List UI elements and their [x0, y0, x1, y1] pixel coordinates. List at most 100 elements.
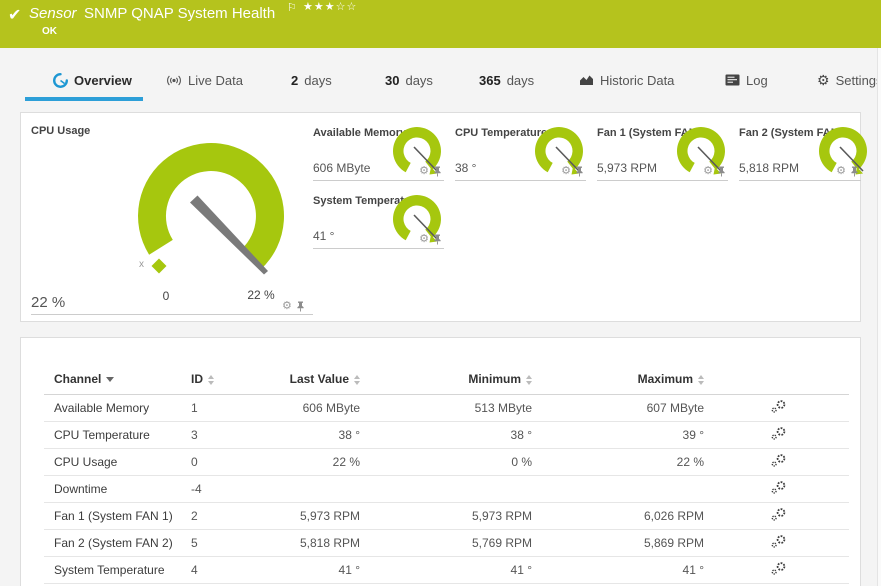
channel-name: Fan 1 (System FAN 1) — [44, 502, 191, 530]
scrollbar-track[interactable] — [877, 48, 881, 586]
channel-edit-icon[interactable] — [708, 475, 849, 503]
channel-name: CPU Usage — [44, 448, 191, 476]
channel-id: -4 — [191, 475, 274, 503]
channel-id: 0 — [191, 448, 274, 476]
channel-edit-icon[interactable] — [708, 502, 849, 530]
column-header-minimum[interactable]: Minimum — [364, 364, 536, 395]
flag-icon[interactable]: ⚐ — [287, 1, 297, 14]
table-row: Available Memory 1 606 MByte 513 MByte 6… — [44, 394, 849, 422]
priority-stars[interactable]: ★★★☆☆ — [303, 0, 357, 13]
status-ok-check-icon: ✔ — [8, 7, 22, 24]
gauge-scale-min: 0 — [162, 289, 170, 303]
gauge-cell-available-memory: Available Memory 606 MByte ⚙ — [313, 125, 444, 181]
channel-minimum: 38 ° — [364, 421, 536, 449]
sort-icon — [354, 374, 360, 385]
column-header-channel[interactable]: Channel — [44, 364, 191, 395]
gauge-icon — [53, 72, 68, 88]
gauge-pin-icon[interactable] — [575, 166, 584, 177]
gauge-pin-icon[interactable] — [433, 234, 442, 245]
sort-desc-icon — [106, 377, 115, 383]
channel-minimum: 5,973 RPM — [364, 502, 536, 530]
channel-maximum: 22 % — [536, 448, 708, 476]
channel-minimum: 5,769 RPM — [364, 529, 536, 557]
channel-last-value — [274, 475, 364, 503]
channel-maximum — [536, 475, 708, 503]
table-row: CPU Usage 0 22 % 0 % 22 % — [44, 448, 849, 476]
channel-edit-icon[interactable] — [708, 421, 849, 449]
main-gauge-label: CPU Usage — [31, 125, 91, 137]
gauge-settings-gear-icon[interactable]: ⚙ — [561, 166, 571, 177]
channel-minimum: 41 ° — [364, 556, 536, 584]
channel-last-value: 38 ° — [274, 421, 364, 449]
channel-id: 3 — [191, 421, 274, 449]
sort-icon — [208, 374, 214, 385]
live-data-icon — [166, 74, 182, 87]
tab-30-days[interactable]: 30 days — [385, 70, 433, 90]
channel-minimum: 513 MByte — [364, 394, 536, 422]
channel-edit-icon[interactable] — [708, 556, 849, 584]
gauge-cell-fan2: Fan 2 (System FAN 2) 5,818 RPM ⚙ — [739, 125, 867, 181]
historic-chart-icon — [579, 74, 594, 86]
tab-historic-data[interactable]: Historic Data — [579, 70, 674, 90]
channel-table-body: Available Memory 1 606 MByte 513 MByte 6… — [44, 394, 849, 584]
sensor-type-label: Sensor — [29, 5, 77, 22]
channel-id: 4 — [191, 556, 274, 584]
gauge-settings-gear-icon[interactable]: ⚙ — [419, 234, 429, 245]
channel-name: CPU Temperature — [44, 421, 191, 449]
table-row: CPU Temperature 3 38 ° 38 ° 39 ° — [44, 421, 849, 449]
channel-last-value: 5,973 RPM — [274, 502, 364, 530]
table-row: Fan 2 (System FAN 2) 5 5,818 RPM 5,769 R… — [44, 529, 849, 557]
gauge-cell-system-temperature: System Temperature 41 ° ⚙ — [313, 193, 444, 249]
gauge-settings-gear-icon[interactable]: ⚙ — [836, 166, 846, 177]
gauge-settings-gear-icon[interactable]: ⚙ — [282, 301, 292, 312]
channel-name: System Temperature — [44, 556, 191, 584]
cell-divider — [31, 314, 313, 315]
gauge-settings-gear-icon[interactable]: ⚙ — [703, 166, 713, 177]
table-row: Fan 1 (System FAN 1) 2 5,973 RPM 5,973 R… — [44, 502, 849, 530]
column-header-last-value[interactable]: Last Value — [274, 364, 364, 395]
channel-id: 2 — [191, 502, 274, 530]
tab-settings[interactable]: ⚙ Settings — [817, 70, 881, 90]
channel-edit-icon[interactable] — [708, 529, 849, 557]
channel-maximum: 41 ° — [536, 556, 708, 584]
column-header-id[interactable]: ID — [191, 364, 274, 395]
gauge-cell-fan1: Fan 1 (System FAN 1) 5,973 RPM ⚙ — [597, 125, 728, 181]
sort-icon — [698, 374, 704, 385]
channel-id: 5 — [191, 529, 274, 557]
main-gauge-value: 22 % — [31, 294, 66, 311]
table-row: Downtime -4 — [44, 475, 849, 503]
tab-log[interactable]: Log — [725, 70, 768, 90]
gauge-pin-icon[interactable] — [850, 166, 859, 177]
channel-edit-icon[interactable] — [708, 394, 849, 422]
channel-maximum: 39 ° — [536, 421, 708, 449]
channel-last-value: 5,818 RPM — [274, 529, 364, 557]
channel-name: Downtime — [44, 475, 191, 503]
tab-bar: Overview Live Data 2 days 30 days 365 days … — [0, 48, 881, 112]
gauge-settings-gear-icon[interactable]: ⚙ — [419, 166, 429, 177]
gauge-multiplier: x — [139, 259, 144, 270]
gauges-panel: CPU Usage x 0 22 % 22 % ⚙ Available Memo… — [20, 112, 867, 322]
channel-maximum: 6,026 RPM — [536, 502, 708, 530]
active-tab-underline — [25, 97, 143, 101]
gauge-pin-icon[interactable] — [433, 166, 442, 177]
gear-icon: ⚙ — [817, 71, 830, 88]
column-header-edit — [708, 364, 849, 395]
page-title: SNMP QNAP System Health — [84, 5, 276, 22]
channel-id: 1 — [191, 394, 274, 422]
channel-edit-icon[interactable] — [708, 448, 849, 476]
channel-minimum: 0 % — [364, 448, 536, 476]
channel-maximum: 607 MByte — [536, 394, 708, 422]
sort-icon — [526, 374, 532, 385]
channel-last-value: 22 % — [274, 448, 364, 476]
gauge-pin-icon[interactable] — [717, 166, 726, 177]
column-header-maximum[interactable]: Maximum — [536, 364, 708, 395]
channel-minimum — [364, 475, 536, 503]
gauge-pin-icon[interactable] — [296, 301, 305, 312]
cpu-usage-gauge — [121, 129, 301, 294]
channel-table-panel: Channel ID Last Value Minimum Maximum Av… — [20, 337, 861, 586]
tab-overview[interactable]: Overview — [53, 70, 132, 90]
channel-table: Channel ID Last Value Minimum Maximum Av… — [44, 364, 849, 584]
tab-2-days[interactable]: 2 days — [291, 70, 332, 90]
tab-365-days[interactable]: 365 days — [479, 70, 534, 90]
tab-live-data[interactable]: Live Data — [166, 70, 243, 90]
